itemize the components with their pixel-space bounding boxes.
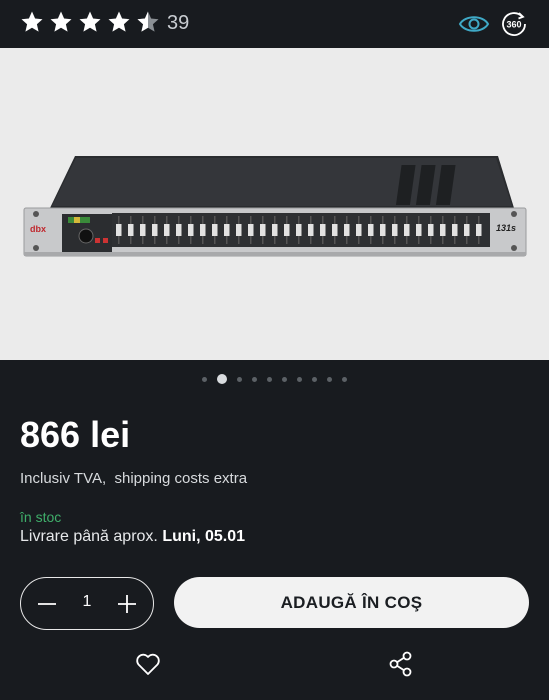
gallery-dot[interactable] — [297, 376, 302, 382]
brand-logo: dbx — [30, 224, 46, 234]
plus-icon[interactable] — [115, 592, 139, 616]
star-icon — [108, 11, 130, 32]
delivery-estimate: Livrare până aprox. Luni, 05.01 — [20, 528, 245, 546]
add-to-cart-button[interactable]: ADAUGĂ ÎN COŞ — [174, 577, 529, 628]
gallery-pagination — [0, 374, 549, 384]
gallery-dot[interactable] — [312, 376, 317, 382]
gallery-dot[interactable] — [267, 376, 272, 382]
model-label: 131s — [496, 223, 516, 233]
gallery-dot[interactable] — [202, 376, 207, 382]
gallery-dot[interactable] — [252, 376, 257, 382]
gallery-dot[interactable] — [342, 376, 347, 382]
gallery-dot[interactable] — [217, 374, 227, 384]
tax-note: Inclusiv TVA, shipping costs extra — [20, 470, 248, 487]
rating-stars[interactable] — [20, 10, 165, 34]
stock-status: în stoc — [20, 509, 62, 525]
equalizer-illustration: dbx 131s — [23, 156, 527, 257]
delivery-date: Luni, 05.01 — [162, 528, 246, 545]
eye-icon[interactable] — [458, 10, 490, 38]
heart-icon[interactable] — [134, 650, 162, 678]
gallery-dot[interactable] — [237, 376, 242, 382]
360-view-icon[interactable]: 360 — [500, 10, 528, 38]
quantity-value[interactable]: 1 — [66, 593, 108, 611]
star-icon — [79, 11, 101, 32]
star-icon — [21, 11, 43, 32]
quantity-stepper[interactable]: 1 — [20, 577, 154, 630]
star-icon — [50, 11, 72, 32]
gallery-dot[interactable] — [327, 376, 332, 382]
gallery-dot[interactable] — [282, 376, 287, 382]
minus-icon[interactable] — [35, 592, 59, 616]
share-icon[interactable] — [387, 650, 415, 678]
360-label: 360 — [506, 20, 521, 30]
product-price: 866 lei — [20, 414, 131, 455]
product-image[interactable]: dbx 131s — [0, 48, 549, 360]
rating-count[interactable]: 39 — [167, 12, 189, 35]
delivery-label: Livrare până aprox. — [20, 528, 163, 545]
top-bar: 39 360 — [0, 0, 549, 48]
half-star-icon — [137, 11, 159, 32]
